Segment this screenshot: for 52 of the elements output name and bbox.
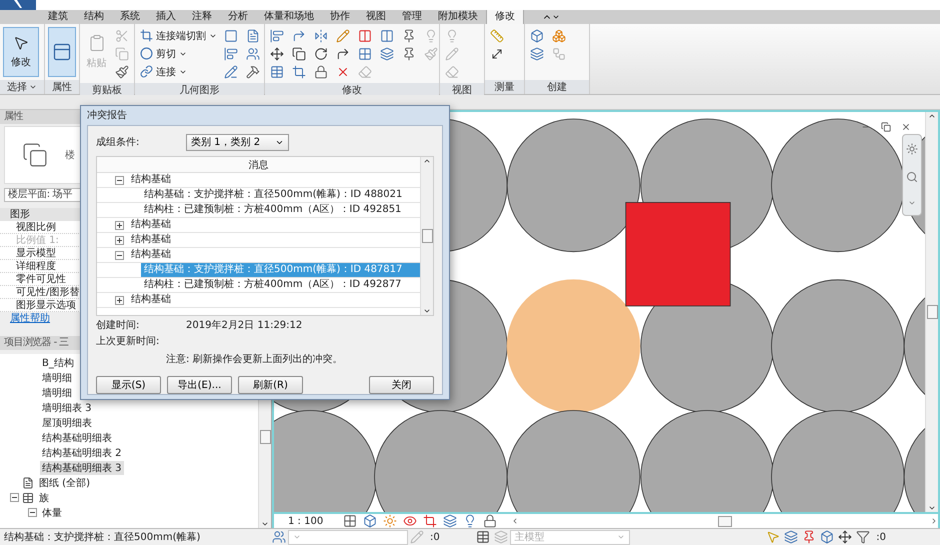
dialog-button[interactable]: 导出(E)... <box>167 376 232 394</box>
group-label: 属性 <box>45 80 79 94</box>
group-menu[interactable]: 选择 <box>0 80 44 94</box>
tree-item[interactable]: B_结构 <box>40 356 76 370</box>
tree-item[interactable]: 结构基础明细表 <box>40 430 114 444</box>
tree-item[interactable]: 墙明细 <box>40 386 74 400</box>
created-label: 创建时间: <box>96 318 140 332</box>
group-label: 测量 <box>485 80 524 94</box>
dialog-title: 冲突报告 <box>86 108 128 123</box>
modify-button[interactable]: 修改 <box>3 27 39 77</box>
clash-item[interactable]: 结构基础：支护搅拌桩：直径500mm(帷幕)：ID 488021 <box>141 188 406 202</box>
dialog-button[interactable]: 关闭 <box>369 376 434 394</box>
tree-item[interactable]: 结构基础 <box>128 248 174 262</box>
editable-count: :0 <box>430 532 440 542</box>
group-label: 创建 <box>525 80 589 94</box>
ribbon-tab[interactable]: 建筑 <box>40 10 76 24</box>
ribbon-tab[interactable]: 附加模块 <box>430 10 486 24</box>
geometry-tool[interactable]: 连接端切割 <box>138 27 219 44</box>
geometry-tool[interactable]: 剪切 <box>138 45 219 62</box>
ribbon-tab[interactable]: 结构 <box>76 10 112 24</box>
updated-label: 上次更新时间: <box>96 334 160 348</box>
dialog-button[interactable]: 显示(S) <box>96 376 161 394</box>
view-scale[interactable]: 1 : 100 <box>288 516 324 526</box>
refresh-note: 注意: 刷新操作会更新上面列出的冲突。 <box>166 352 344 366</box>
group-by-label: 成组条件: <box>96 136 140 149</box>
tree-item[interactable]: 结构基础 <box>128 173 174 187</box>
dialog-button[interactable]: 刷新(R) <box>238 376 303 394</box>
ribbon-tab[interactable]: 管理 <box>394 10 430 24</box>
tree-item[interactable]: 墙明细 <box>40 370 74 384</box>
ribbon-tab[interactable]: 插入 <box>148 10 184 24</box>
ribbon-tab[interactable]: 视图 <box>358 10 394 24</box>
selection-count: :0 <box>876 532 886 542</box>
geometry-tool[interactable]: 连接 <box>138 63 219 80</box>
column-header: 消息 <box>97 157 420 173</box>
ribbon-tab[interactable]: 注释 <box>184 10 220 24</box>
ribbon-tab[interactable]: 分析 <box>220 10 256 24</box>
tree-item[interactable]: 结构基础 <box>128 233 174 247</box>
tree-item[interactable]: 结构基础明细表 3 <box>40 460 124 474</box>
tree-item[interactable]: 图纸 (全部) <box>37 476 92 490</box>
ribbon-tab[interactable]: 系统 <box>112 10 148 24</box>
tree-item[interactable]: 族 <box>37 490 51 504</box>
tree-item[interactable]: 墙明细表 3 <box>40 400 94 414</box>
tree-item[interactable]: 屋顶明细表 <box>40 416 94 430</box>
ribbon-tab[interactable]: 修改 <box>486 10 524 24</box>
ribbon-tab[interactable]: 体量和场地 <box>256 10 322 24</box>
group-by-dropdown[interactable]: 类别 1，类别 2 <box>186 134 289 150</box>
created-time: 2019年2月2日 11:29:12 <box>186 319 302 332</box>
tree-item[interactable]: 体量 <box>40 506 64 520</box>
ribbon-tab[interactable]: 协作 <box>322 10 358 24</box>
tree-item[interactable]: 结构基础明细表 2 <box>40 446 124 460</box>
status-message: 结构基础：支护搅拌桩：直径500mm(帷幕) <box>3 530 202 544</box>
tree-item[interactable]: 结构基础 <box>128 218 174 232</box>
